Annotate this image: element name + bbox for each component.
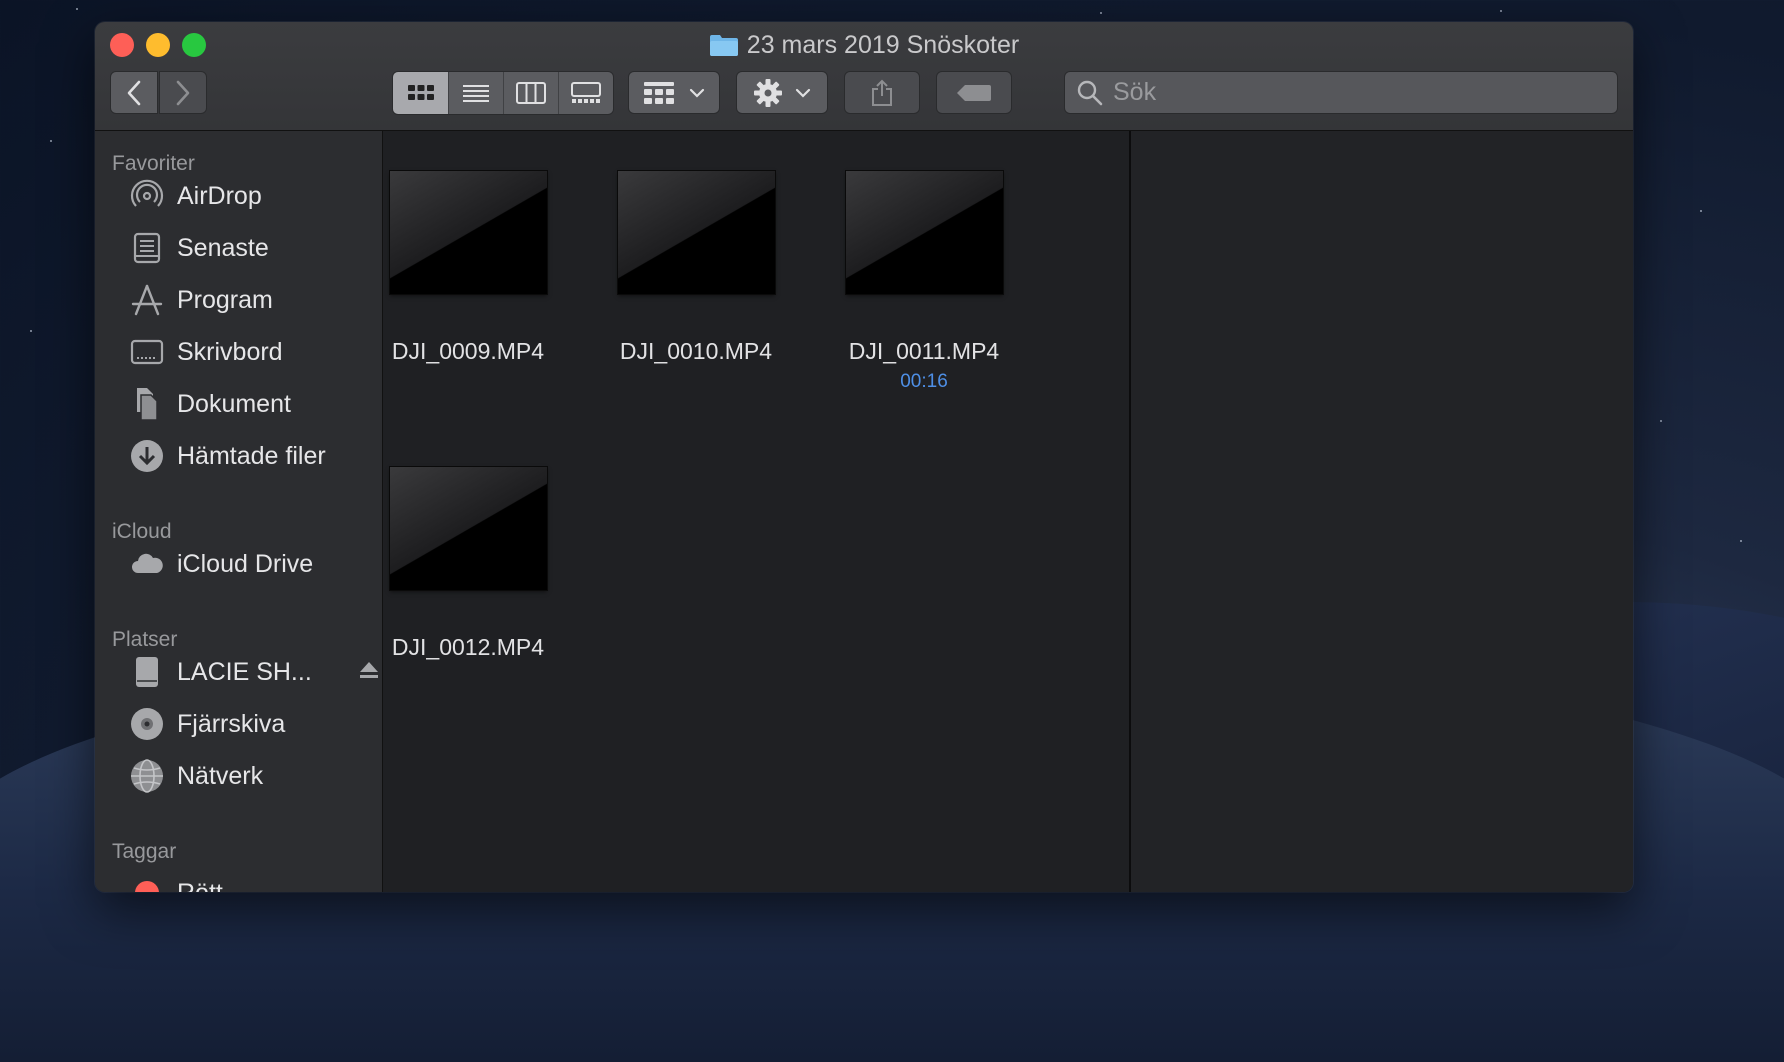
forward-button[interactable] <box>159 71 207 114</box>
tags-button[interactable] <box>936 71 1012 114</box>
view-mode-selector <box>392 71 614 115</box>
video-thumbnail <box>617 171 775 294</box>
sidebar: Favoriter AirDrop Senaste Program Skrivb… <box>95 131 383 892</box>
sidebar-item-label: LACIE SH... <box>177 657 312 686</box>
chevron-down-icon <box>795 88 811 98</box>
sidebar-section-locations: Platser <box>112 628 178 651</box>
share-icon <box>872 79 892 106</box>
sidebar-item-label: iCloud Drive <box>177 549 314 578</box>
sidebar-section-icloud: iCloud <box>112 520 172 543</box>
action-menu-button[interactable] <box>736 71 828 114</box>
tag-icon <box>957 84 991 101</box>
chevron-left-icon <box>127 80 141 105</box>
network-icon <box>129 758 165 794</box>
video-thumbnail <box>389 467 547 590</box>
icon-view-button[interactable] <box>393 72 449 114</box>
file-item[interactable]: DJI_0010.MP4 <box>611 171 781 365</box>
back-button[interactable] <box>110 71 158 114</box>
sidebar-item-network[interactable]: Nätverk <box>129 756 263 796</box>
chevron-down-icon <box>689 88 705 98</box>
file-name: DJI_0012.MP4 <box>391 634 545 660</box>
gallery-view-button[interactable] <box>559 72 613 114</box>
cloud-icon <box>129 546 165 582</box>
sidebar-item-label: Rött <box>177 879 223 893</box>
sidebar-item-desktop[interactable]: Skrivbord <box>129 332 283 372</box>
search-input[interactable] <box>1111 77 1595 108</box>
sidebar-item-icloud-drive[interactable]: iCloud Drive <box>129 544 313 584</box>
file-name: DJI_0009.MP4 <box>391 338 545 364</box>
sidebar-item-applications[interactable]: Program <box>129 280 273 320</box>
recents-icon <box>129 230 165 266</box>
sidebar-section-favorites: Favoriter <box>112 152 195 175</box>
grid-icon <box>407 85 434 100</box>
column-view-button[interactable] <box>504 72 559 114</box>
folder-icon <box>709 33 739 64</box>
share-button[interactable] <box>844 71 920 114</box>
sidebar-item-remote-disc[interactable]: Fjärrskiva <box>129 704 285 744</box>
file-item[interactable]: DJI_0009.MP4 <box>383 171 553 365</box>
sidebar-item-label: Hämtade filer <box>177 441 326 470</box>
group-by-button[interactable] <box>628 71 720 114</box>
sidebar-item-label: Program <box>177 285 273 314</box>
sidebar-item-label: Skrivbord <box>177 337 283 366</box>
sidebar-item-lacie-drive[interactable]: LACIE SH... <box>129 652 378 692</box>
sidebar-item-label: Dokument <box>177 389 291 418</box>
chevron-right-icon <box>176 80 190 105</box>
desktop-icon <box>129 334 165 370</box>
sidebar-section-tags: Taggar <box>112 840 177 863</box>
gallery-icon <box>571 82 601 103</box>
applications-icon <box>129 282 165 318</box>
drive-icon <box>129 654 165 690</box>
tag-color-dot-icon <box>129 875 165 892</box>
sidebar-item-airdrop[interactable]: AirDrop <box>129 176 262 216</box>
file-name: DJI_0011.MP4 <box>848 338 1000 364</box>
search-icon <box>1077 80 1103 105</box>
toolbar: 23 mars 2019 Snöskoter <box>95 22 1633 131</box>
eject-icon[interactable] <box>359 661 379 684</box>
documents-icon <box>129 386 165 422</box>
window-title: 23 mars 2019 Snöskoter <box>95 30 1633 64</box>
sidebar-item-label: Fjärrskiva <box>177 709 286 738</box>
sidebar-item-documents[interactable]: Dokument <box>129 384 291 424</box>
list-icon <box>463 85 489 102</box>
file-name: DJI_0010.MP4 <box>619 338 773 364</box>
video-duration: 00:16 <box>900 371 948 392</box>
sidebar-item-tag-red[interactable]: Rött <box>129 873 223 892</box>
sidebar-item-label: Nätverk <box>177 761 264 790</box>
group-icon <box>644 81 674 104</box>
gear-icon <box>754 78 782 107</box>
preview-pane <box>1129 131 1633 892</box>
file-item[interactable]: DJI_0012.MP4 <box>383 467 553 661</box>
file-item[interactable]: DJI_0011.MP4 00:16 <box>839 171 1009 393</box>
search-field[interactable] <box>1064 71 1618 114</box>
columns-icon <box>516 82 546 104</box>
video-thumbnail <box>845 171 1003 294</box>
window-title-text: 23 mars 2019 Snöskoter <box>746 31 1020 59</box>
airdrop-icon <box>129 178 165 214</box>
file-grid: DJI_0009.MP4 DJI_0010.MP4 DJI_0011.MP4 0… <box>383 131 1128 892</box>
sidebar-item-label: AirDrop <box>177 181 262 210</box>
downloads-icon <box>129 438 165 474</box>
sidebar-item-recents[interactable]: Senaste <box>129 228 269 268</box>
disc-icon <box>129 706 165 742</box>
video-thumbnail <box>389 171 547 294</box>
sidebar-item-downloads[interactable]: Hämtade filer <box>129 436 326 476</box>
sidebar-item-label: Senaste <box>177 233 269 262</box>
finder-window: 23 mars 2019 Snöskoter Sök Favoriter Air… <box>95 22 1633 892</box>
list-view-button[interactable] <box>449 72 504 114</box>
